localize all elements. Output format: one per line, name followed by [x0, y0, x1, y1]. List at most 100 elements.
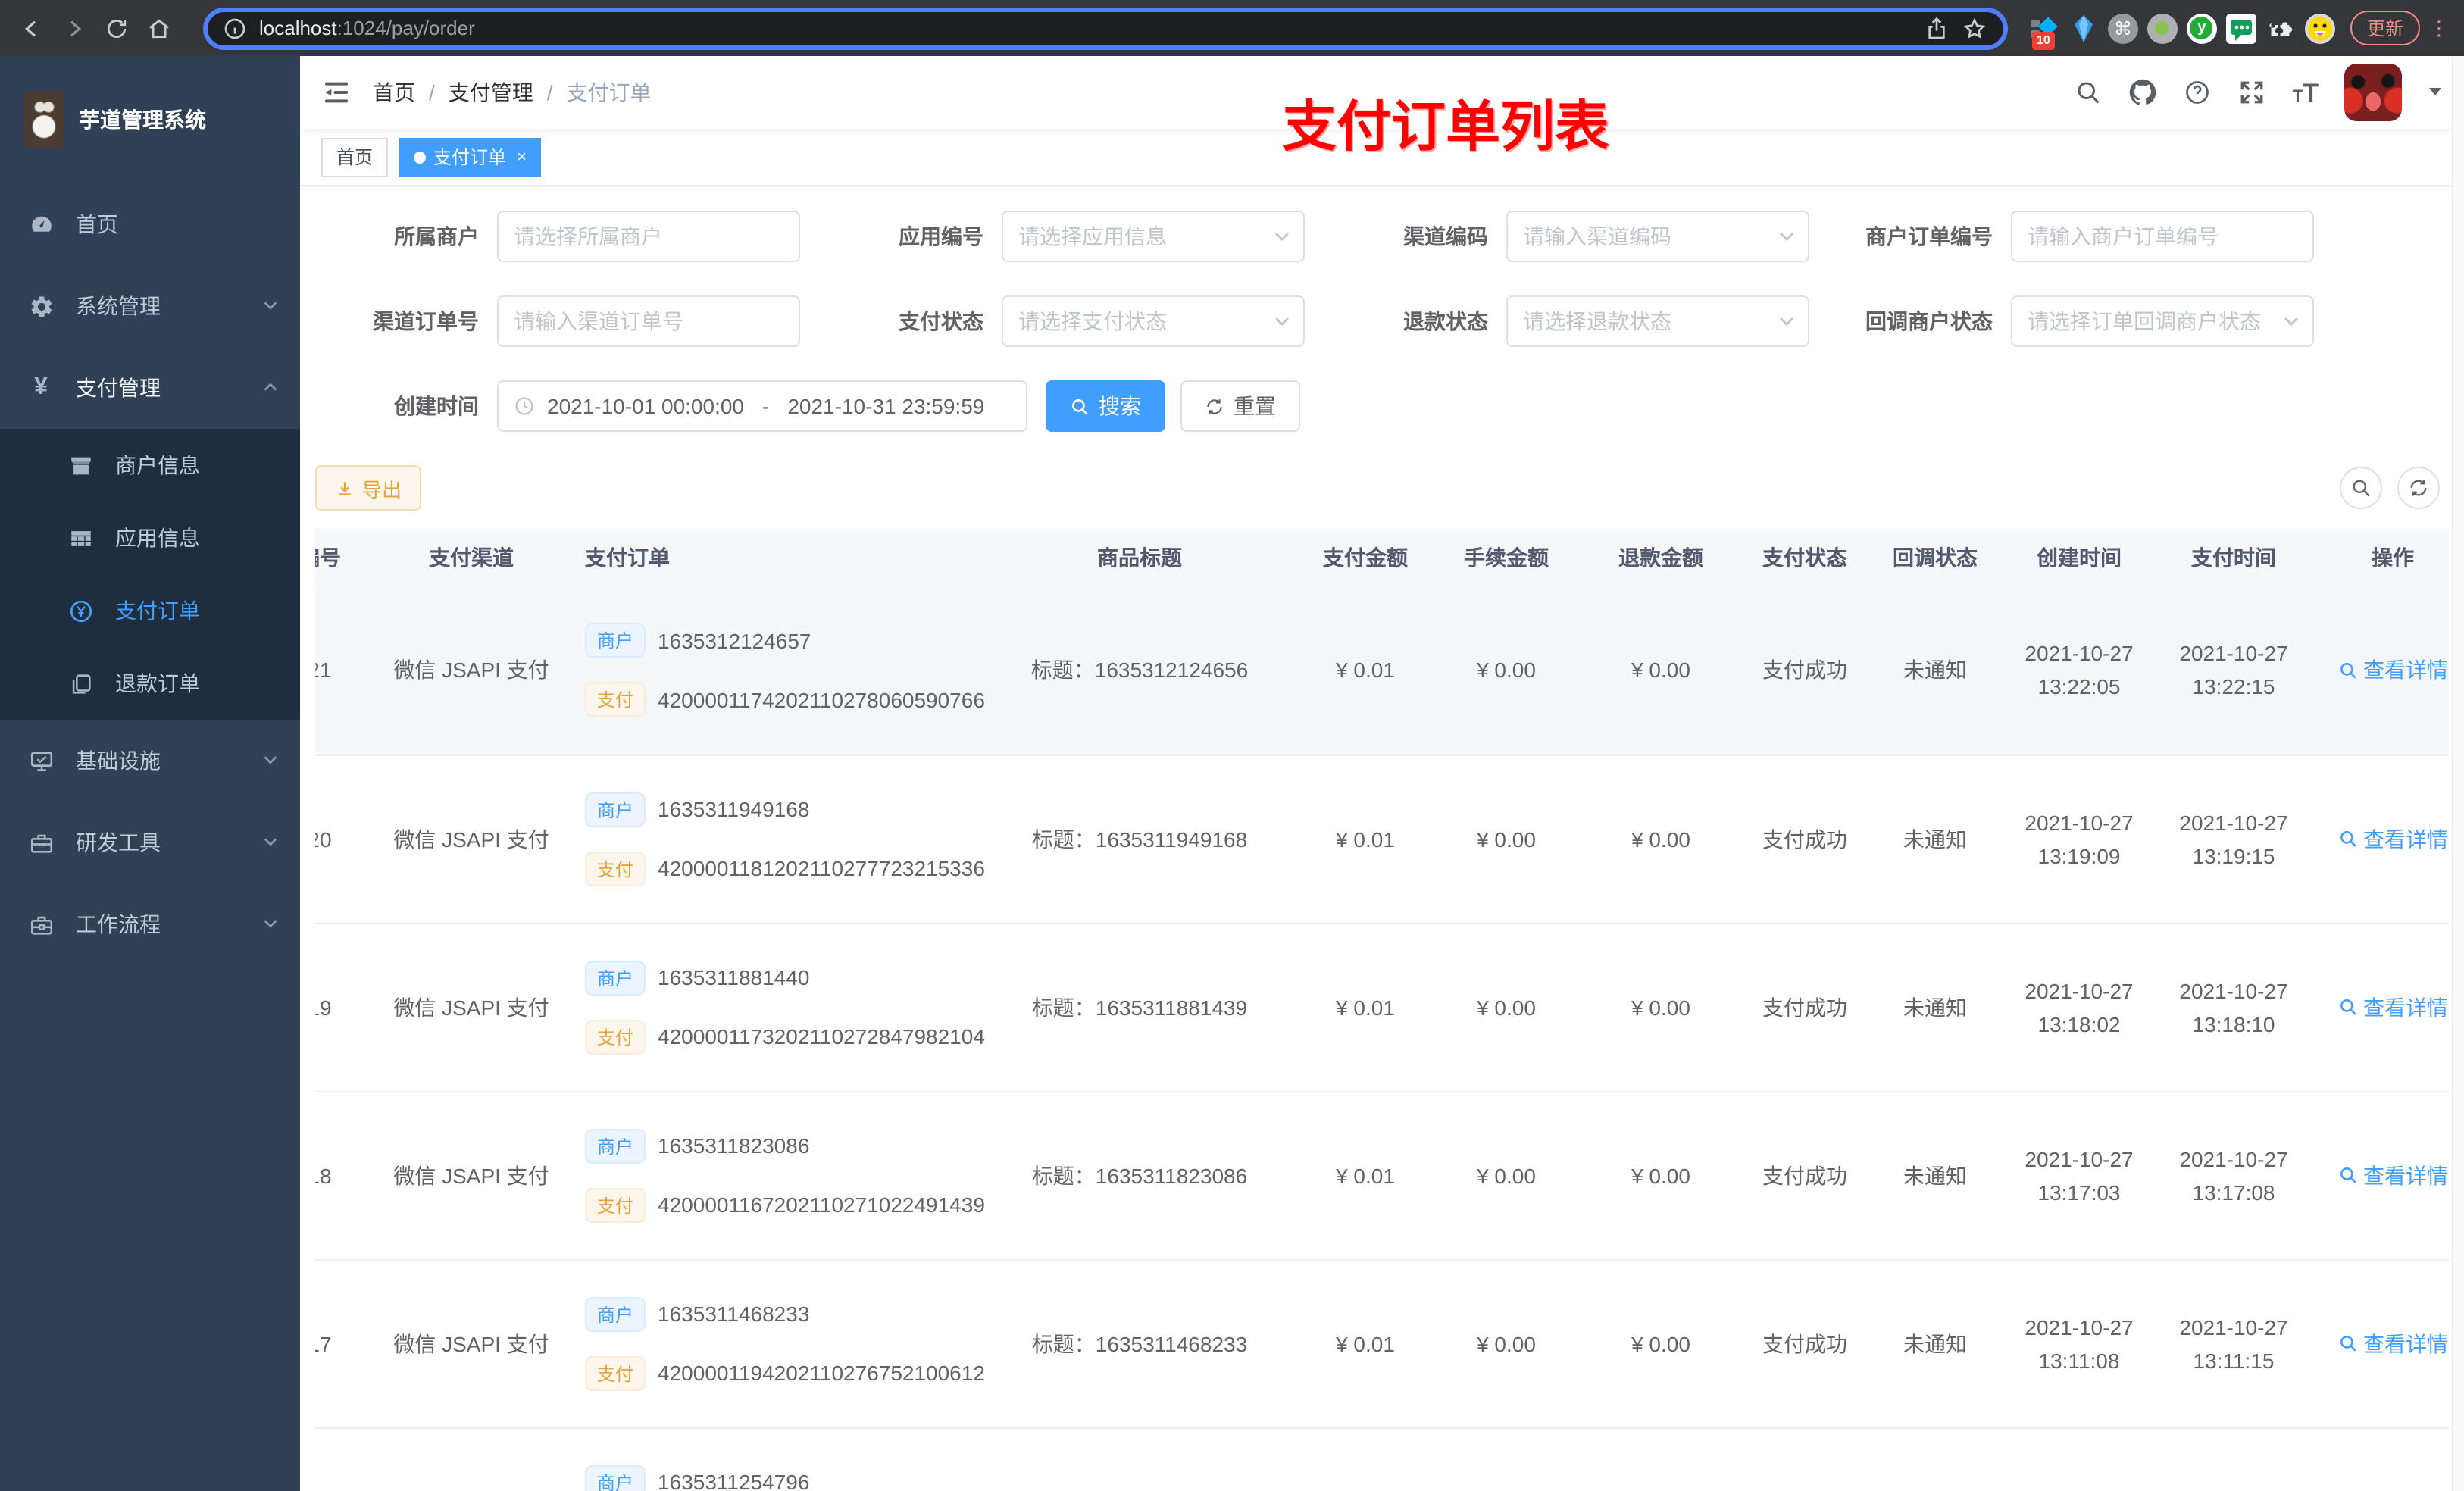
- sidebar-item-app-info[interactable]: 应用信息: [0, 502, 300, 574]
- pay-badge: 支付: [585, 1019, 646, 1054]
- extension-chat-icon[interactable]: [2225, 13, 2256, 43]
- sidebar-item-infra[interactable]: 基础设施: [0, 720, 300, 802]
- merchant-order-no-input[interactable]: [2028, 224, 2297, 248]
- tag-home[interactable]: 首页: [321, 137, 389, 177]
- github-icon[interactable]: [2129, 78, 2158, 107]
- browser-menu-icon[interactable]: ⋮: [2429, 16, 2449, 40]
- search-button[interactable]: 搜索: [1046, 380, 1165, 432]
- breadcrumb-pay-mgmt[interactable]: 支付管理: [449, 77, 533, 108]
- cell-title: 标题：1635311881439: [979, 923, 1300, 1092]
- notify-status-select[interactable]: [2028, 309, 2297, 333]
- info-icon[interactable]: [223, 11, 247, 45]
- toolbox-icon: [27, 829, 55, 856]
- sidebar-item-refund-order[interactable]: 退款订单: [0, 647, 300, 720]
- pay-status-select[interactable]: [1018, 309, 1288, 333]
- url-text: localhost:1024/pay/order: [259, 16, 475, 39]
- font-size-icon[interactable]: TT: [2293, 80, 2319, 105]
- sidebar-item-payment[interactable]: ¥ 支付管理: [0, 347, 300, 429]
- extension-puzzle-icon[interactable]: [2265, 13, 2296, 43]
- cell-fee: [1431, 1427, 1582, 1491]
- search-icon[interactable]: [2075, 78, 2103, 107]
- merchant-order-no: 1635312124657: [658, 628, 811, 653]
- chevron-down-icon: [1780, 233, 1793, 241]
- close-icon[interactable]: ×: [517, 148, 527, 166]
- sidebar-item-system[interactable]: 系统管理: [0, 265, 300, 347]
- cell-title: 标题：1635311949168: [979, 755, 1300, 924]
- cell-pay-order: 商户 1635311823086 支付 42000011672021102710…: [570, 1091, 985, 1260]
- app-logo-row[interactable]: 芋道管理系统: [0, 56, 300, 183]
- caret-down-icon[interactable]: [2428, 79, 2443, 106]
- search-icon: [2340, 831, 2356, 847]
- filter-refund-status: 退款状态: [1324, 295, 1829, 347]
- extension-gem-icon[interactable]: [2068, 13, 2099, 43]
- extension-emoji-icon[interactable]: [2304, 13, 2335, 43]
- cell-pay-order: 商户 1635311254796 支付: [570, 1427, 979, 1491]
- filter-create-time: 创建时间 2021-10-01 00:00:00 - 2021-10-31 23…: [315, 380, 1027, 432]
- page-scrollbar[interactable]: [2452, 56, 2464, 1491]
- extension-record-icon[interactable]: [2147, 13, 2178, 43]
- refund-status-select[interactable]: [1523, 309, 1793, 333]
- extension-y-icon[interactable]: y: [2186, 13, 2217, 43]
- app-title: 芋道管理系统: [79, 108, 206, 132]
- view-detail-link[interactable]: 查看详情: [2337, 824, 2448, 854]
- filter-row-2: 渠道订单号 支付状态 退款状态 回调商户状态: [315, 295, 2449, 347]
- cell-action: 查看详情: [2309, 1427, 2449, 1491]
- view-detail-link[interactable]: 查看详情: [2337, 992, 2448, 1022]
- chevron-down-icon: [1780, 317, 1793, 326]
- col-refund: 退款金额: [1582, 529, 1740, 586]
- toggle-search-button[interactable]: [2340, 467, 2382, 509]
- browser-forward-icon[interactable]: [58, 11, 91, 45]
- annotation-title: 支付订单列表: [1282, 95, 1610, 158]
- extension-command-icon[interactable]: ⌘: [2107, 13, 2138, 43]
- col-channel: 支付渠道: [373, 529, 570, 586]
- cell-pay-time: 2021-10-27 13:17:08: [2158, 1091, 2309, 1260]
- breadcrumb-home[interactable]: 首页: [373, 77, 415, 108]
- view-detail-link[interactable]: 查看详情: [2337, 1328, 2448, 1358]
- yen-icon: ¥: [34, 374, 48, 400]
- breadcrumb-pay-order: 支付订单: [566, 80, 652, 105]
- sidebar-item-merchant-info[interactable]: 商户信息: [0, 429, 300, 502]
- pay-badge: 支付: [585, 1187, 646, 1222]
- view-detail-link[interactable]: 查看详情: [2337, 1160, 2448, 1190]
- fullscreen-icon[interactable]: [2238, 78, 2267, 107]
- app-id-select[interactable]: [1018, 224, 1288, 248]
- browser-back-icon[interactable]: [15, 11, 48, 45]
- sidebar-item-pay-order[interactable]: 支付订单: [0, 574, 300, 647]
- cell-status: 支付成功: [1740, 923, 1870, 1092]
- browser-home-icon[interactable]: [142, 11, 176, 45]
- extension-diamond-icon[interactable]: 10: [2029, 13, 2059, 49]
- filter-channel-code: 渠道编码: [1324, 211, 1829, 262]
- view-detail-link[interactable]: 查看详情: [2337, 655, 2448, 686]
- browser-reload-icon[interactable]: [100, 11, 133, 45]
- browser-address-bar[interactable]: localhost:1024/pay/order: [203, 7, 2008, 49]
- tag-pay-order[interactable]: 支付订单 ×: [399, 137, 542, 177]
- cell-id: 17: [315, 1259, 373, 1428]
- channel-code-select[interactable]: [1523, 224, 1793, 248]
- cell-id: 18: [315, 1091, 373, 1260]
- merchant-badge: 商户: [585, 623, 646, 658]
- refresh-button[interactable]: [2397, 467, 2440, 509]
- sidebar-item-workflow[interactable]: 工作流程: [0, 883, 300, 965]
- cell-title: 标题：1635311823086: [979, 1091, 1300, 1260]
- search-icon: [2353, 480, 2370, 497]
- reset-button[interactable]: 重置: [1180, 380, 1300, 432]
- export-button[interactable]: 导出: [315, 465, 422, 511]
- cell-channel: [373, 1427, 570, 1491]
- cell-notify: 未通知: [1870, 755, 2000, 924]
- collapse-menu-icon[interactable]: [321, 77, 352, 108]
- avatar[interactable]: [2344, 64, 2402, 121]
- merchant-input[interactable]: [514, 224, 783, 248]
- help-icon[interactable]: [2184, 78, 2212, 107]
- browser-toolbar: localhost:1024/pay/order 10 ⌘ y 更新 ⋮: [0, 0, 2464, 56]
- cell-fee: ¥ 0.00: [1431, 1259, 1582, 1428]
- share-icon[interactable]: [1925, 11, 1950, 45]
- search-icon: [2340, 1167, 2356, 1183]
- channel-order-no-input[interactable]: [514, 309, 783, 333]
- browser-update-button[interactable]: 更新: [2350, 11, 2420, 45]
- sidebar-item-home[interactable]: 首页: [0, 183, 300, 265]
- copy-document-icon: [67, 670, 94, 697]
- cell-amount: ¥ 0.01: [1300, 755, 1431, 924]
- bookmark-star-icon[interactable]: [1962, 11, 1988, 45]
- date-range-picker[interactable]: 2021-10-01 00:00:00 - 2021-10-31 23:59:5…: [497, 380, 1027, 432]
- sidebar-item-dev-tools[interactable]: 研发工具: [0, 802, 300, 883]
